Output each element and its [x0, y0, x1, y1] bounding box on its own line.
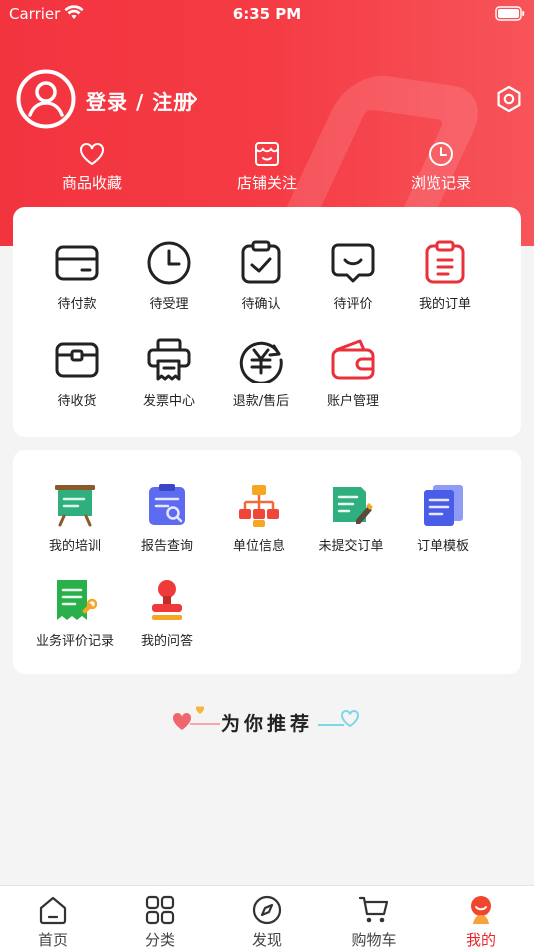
status-time: 6:35 PM [232, 5, 302, 23]
service-label: 我的培训 [48, 539, 101, 554]
avatar[interactable] [16, 69, 76, 129]
tab-label: 我的 [465, 931, 496, 949]
tab-label: 分类 [144, 931, 175, 949]
quick-link-label: 浏览记录 [410, 174, 471, 192]
order-label: 待评价 [333, 297, 373, 312]
recommend-section: 为你推荐 [0, 700, 534, 740]
yen-refresh-icon [238, 337, 284, 385]
box-icon [54, 337, 100, 383]
order-pending-confirm[interactable]: 待确认 [215, 240, 307, 312]
store-icon [253, 140, 281, 168]
doc-edit-icon [328, 482, 374, 528]
quick-link-label: 商品收藏 [61, 174, 122, 192]
invoice-center[interactable]: 发票中心 [123, 337, 215, 409]
service-label: 业务评价记录 [35, 634, 114, 649]
doc-stack-icon [420, 482, 466, 528]
chevron-right-icon [187, 90, 199, 112]
order-pending-review[interactable]: 待评价 [307, 240, 399, 312]
tab-home[interactable]: 首页 [8, 894, 98, 950]
order-label: 退款/售后 [232, 394, 290, 409]
order-pending-payment[interactable]: 待付款 [31, 240, 123, 312]
printer-icon [146, 337, 192, 383]
tab-bar: 首页 分类 发现 购物车 我的 [0, 885, 534, 950]
service-label: 单位信息 [232, 539, 285, 554]
tab-category[interactable]: 分类 [115, 894, 205, 950]
wallet-icon [54, 240, 100, 286]
service-report-query[interactable]: 报告查询 [121, 482, 213, 554]
quick-link-store-follow[interactable]: 店铺关注 [207, 140, 327, 193]
service-label: 未提交订单 [318, 539, 384, 554]
stamp-icon [144, 577, 190, 623]
clipboard-check-icon [238, 240, 284, 286]
service-my-training[interactable]: 我的培训 [29, 482, 121, 554]
services-card: 我的培训 报告查询 单位信息 未提交订单 订单模板 业务评价记录 我的问答 [13, 450, 521, 674]
order-label: 待确认 [241, 297, 281, 312]
org-chart-icon [236, 482, 282, 528]
order-label: 我的订单 [418, 297, 471, 312]
quick-link-favorites[interactable]: 商品收藏 [32, 140, 152, 193]
my-orders[interactable]: 我的订单 [399, 240, 491, 312]
refund-after-sales[interactable]: 退款/售后 [215, 337, 307, 409]
order-pending-receipt[interactable]: 待收货 [31, 337, 123, 409]
order-label: 待收货 [57, 394, 97, 409]
tab-label: 首页 [37, 931, 68, 949]
tab-discover[interactable]: 发现 [222, 894, 312, 950]
service-order-templates[interactable]: 订单模板 [397, 482, 489, 554]
review-doc-icon [52, 577, 98, 623]
orders-card: 待付款 待受理 待确认 待评价 我的订单 待收货 发票中心 退款/售后 账户管理 [13, 207, 521, 437]
report-search-icon [144, 482, 190, 528]
tab-mine[interactable]: 我的 [436, 894, 526, 950]
service-unsubmitted-orders[interactable]: 未提交订单 [305, 482, 397, 554]
service-label: 订单模板 [416, 539, 469, 554]
settings-hex-icon[interactable] [494, 84, 524, 114]
login-register-link[interactable]: 登录 / 注册 [86, 86, 194, 115]
account-management[interactable]: 账户管理 [307, 337, 399, 409]
quick-link-history[interactable]: 浏览记录 [381, 140, 501, 193]
service-business-reviews[interactable]: 业务评价记录 [29, 577, 121, 649]
order-list-icon [422, 240, 468, 286]
service-label: 报告查询 [140, 539, 193, 554]
profile-icon [465, 894, 497, 926]
chat-smile-icon [330, 240, 376, 286]
clock-icon [146, 240, 192, 286]
tab-label: 发现 [251, 931, 282, 949]
battery-icon [495, 6, 525, 25]
quick-link-label: 店铺关注 [236, 174, 297, 192]
clock-icon [427, 140, 455, 168]
wallet-red-icon [330, 337, 376, 383]
heart-decoration-right-icon [318, 710, 359, 728]
order-pending-accept[interactable]: 待受理 [123, 240, 215, 312]
status-bar: Carrier 6:35 PM [0, 0, 534, 28]
recommend-title: 为你推荐 [220, 713, 313, 735]
whiteboard-icon [52, 482, 98, 528]
tab-cart[interactable]: 购物车 [329, 894, 419, 950]
order-label: 发票中心 [142, 394, 195, 409]
heart-icon [78, 140, 106, 168]
order-label: 待付款 [57, 297, 97, 312]
order-label: 待受理 [149, 297, 189, 312]
cart-icon [358, 894, 390, 926]
service-unit-info[interactable]: 单位信息 [213, 482, 305, 554]
grid-icon [144, 894, 176, 926]
service-my-qa[interactable]: 我的问答 [121, 577, 213, 649]
home-icon [37, 894, 69, 926]
tab-label: 购物车 [351, 931, 397, 949]
compass-icon [251, 894, 283, 926]
order-label: 账户管理 [326, 394, 379, 409]
service-label: 我的问答 [140, 634, 193, 649]
